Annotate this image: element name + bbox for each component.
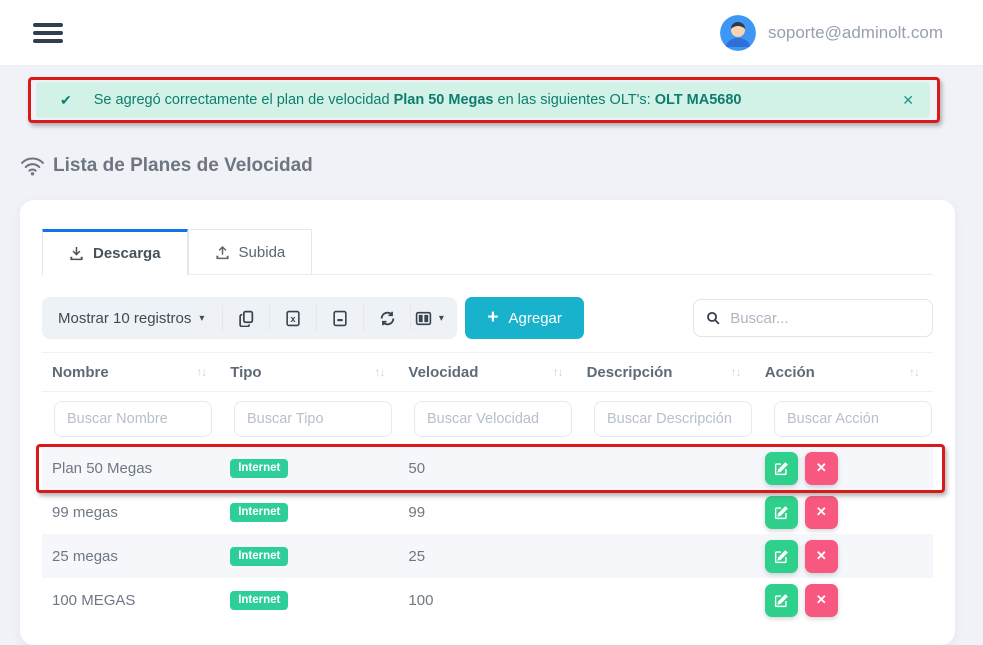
sort-icon[interactable]: ↑↓	[731, 365, 741, 379]
close-icon[interactable]: ✕	[902, 92, 914, 109]
page-title: Lista de Planes de Velocidad	[20, 155, 313, 177]
column-header-descripcion[interactable]: Descripción ↑↓	[577, 364, 755, 381]
columns-icon	[415, 310, 432, 327]
plan-name: 25 megas	[42, 548, 220, 565]
page-length-dropdown[interactable]: Mostrar 10 registros ▾	[58, 310, 222, 327]
table-row: 99 megas Internet 99 ✕	[42, 490, 933, 534]
edit-button[interactable]	[765, 584, 798, 617]
type-badge: Internet	[230, 459, 288, 478]
chevron-down-icon: ▾	[439, 313, 444, 324]
delete-button[interactable]: ✕	[805, 496, 838, 529]
column-header-tipo[interactable]: Tipo ↑↓	[220, 364, 398, 381]
plan-speed: 50	[398, 460, 576, 477]
excel-export-button[interactable]: x	[269, 305, 316, 331]
edit-icon	[774, 505, 789, 520]
table-toolbar: Mostrar 10 registros ▾ x	[42, 297, 933, 339]
filter-velocidad-input[interactable]	[414, 401, 572, 437]
svg-text:x: x	[291, 314, 296, 324]
global-search	[693, 299, 933, 337]
copy-icon	[238, 310, 255, 327]
avatar	[720, 15, 756, 51]
sort-icon[interactable]: ↑↓	[909, 365, 919, 379]
column-header-nombre[interactable]: Nombre ↑↓	[42, 364, 220, 381]
top-bar: soporte@adminolt.com	[0, 0, 983, 66]
filter-descripcion-input[interactable]	[594, 401, 752, 437]
edit-icon	[774, 593, 789, 608]
delete-button[interactable]: ✕	[805, 584, 838, 617]
chevron-down-icon: ▾	[199, 313, 204, 324]
plus-icon: +	[487, 307, 498, 329]
type-badge: Internet	[230, 503, 288, 522]
sort-icon[interactable]: ↑↓	[553, 365, 563, 379]
plans-table: Nombre ↑↓ Tipo ↑↓ Velocidad ↑↓ Descripci…	[42, 352, 933, 622]
table-header-row: Nombre ↑↓ Tipo ↑↓ Velocidad ↑↓ Descripci…	[42, 352, 933, 392]
sort-icon[interactable]: ↑↓	[196, 365, 206, 379]
download-icon	[69, 246, 84, 261]
column-header-accion[interactable]: Acción ↑↓	[755, 364, 933, 381]
edit-button[interactable]	[765, 496, 798, 529]
plan-speed: 99	[398, 504, 576, 521]
delete-x-icon: ✕	[816, 504, 827, 520]
plan-speed: 25	[398, 548, 576, 565]
tab-descarga[interactable]: Descarga	[42, 229, 188, 275]
delete-button[interactable]: ✕	[805, 540, 838, 573]
file-export-button[interactable]	[316, 305, 363, 331]
alert-message: Se agregó correctamente el plan de veloc…	[94, 92, 742, 108]
add-button[interactable]: + Agregar	[465, 297, 583, 339]
tab-bar: Descarga Subida	[42, 228, 933, 275]
table-row: 25 megas Internet 25 ✕	[42, 534, 933, 578]
alert-olt-name: OLT MA5680	[655, 92, 742, 108]
file-icon	[332, 310, 348, 327]
table-row: Plan 50 Megas Internet 50 ✕	[42, 446, 933, 490]
filter-tipo-input[interactable]	[234, 401, 392, 437]
type-badge: Internet	[230, 591, 288, 610]
reload-button[interactable]	[363, 305, 410, 331]
check-icon: ✔	[60, 92, 72, 109]
edit-icon	[774, 549, 789, 564]
plan-name: 99 megas	[42, 504, 220, 521]
alert-plan-name: Plan 50 Megas	[394, 92, 494, 108]
delete-button[interactable]: ✕	[805, 452, 838, 485]
delete-x-icon: ✕	[816, 592, 827, 608]
filter-nombre-input[interactable]	[54, 401, 212, 437]
plan-name: 100 MEGAS	[42, 592, 220, 609]
plan-speed: 100	[398, 592, 576, 609]
copy-button[interactable]	[222, 305, 269, 331]
wifi-icon	[20, 155, 45, 177]
search-icon	[706, 310, 720, 326]
column-visibility-button[interactable]: ▾	[410, 305, 457, 331]
delete-x-icon: ✕	[816, 548, 827, 564]
filter-accion-input[interactable]	[774, 401, 932, 437]
table-row: 100 MEGAS Internet 100 ✕	[42, 578, 933, 622]
excel-file-icon: x	[285, 310, 301, 327]
speed-plans-card: Descarga Subida Mostrar 10 registros ▾	[20, 200, 955, 645]
search-input[interactable]	[730, 310, 920, 327]
tab-subida[interactable]: Subida	[188, 229, 313, 275]
upload-icon	[215, 245, 230, 260]
edit-button[interactable]	[765, 452, 798, 485]
edit-icon	[774, 461, 789, 476]
edit-button[interactable]	[765, 540, 798, 573]
plan-name: Plan 50 Megas	[42, 460, 220, 477]
refresh-icon	[379, 310, 396, 327]
type-badge: Internet	[230, 547, 288, 566]
user-email: soporte@adminolt.com	[768, 23, 943, 43]
sort-icon[interactable]: ↑↓	[374, 365, 384, 379]
user-menu[interactable]: soporte@adminolt.com	[720, 15, 943, 51]
table-filter-row	[42, 392, 933, 446]
menu-toggle-icon[interactable]	[33, 19, 63, 47]
column-header-velocidad[interactable]: Velocidad ↑↓	[398, 364, 576, 381]
delete-x-icon: ✕	[816, 460, 827, 476]
success-alert: ✔ Se agregó correctamente el plan de vel…	[36, 82, 930, 118]
